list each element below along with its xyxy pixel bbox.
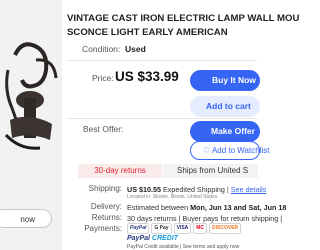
mastercard-logo: MC: [193, 223, 208, 234]
buy-it-now-button[interactable]: Buy It Now: [190, 70, 260, 91]
shipping-value: US $10.55 Expedited Shipping | See detai…: [127, 185, 266, 194]
payments-label: Payments:: [84, 224, 122, 233]
paypal-credit-pp: PayPal: [127, 235, 150, 242]
shipping-separator: |: [226, 185, 229, 194]
heart-icon: ♡: [203, 146, 212, 155]
item-location: Located in: Skokie, Illinois, United Sta…: [127, 194, 218, 200]
see-details-link[interactable]: See details: [231, 185, 267, 194]
ships-from-badge: Ships from United S: [163, 164, 258, 178]
returns-value: 30 days returns | Buyer pays for return …: [127, 214, 283, 223]
add-to-cart-button[interactable]: Add to cart: [190, 96, 260, 117]
shipping-method: Expedited Shipping: [162, 185, 225, 194]
google-pay-logo: G Pay: [151, 223, 172, 234]
visa-logo: VISA: [173, 223, 192, 234]
listing-panel: VINTAGE CAST IRON ELECTRIC LAMP WALL MOU…: [67, 0, 299, 250]
shipping-label: Shipping:: [88, 184, 122, 193]
divider: [67, 118, 257, 119]
listing-title: VINTAGE CAST IRON ELECTRIC LAMP WALL MOU…: [67, 12, 300, 40]
make-offer-button[interactable]: Make Offer: [190, 121, 260, 142]
best-offer-label: Best Offer:: [83, 124, 124, 134]
listing-title-line1: VINTAGE CAST IRON ELECTRIC LAMP WALL MOU: [67, 13, 300, 24]
product-photo[interactable]: now: [0, 0, 62, 250]
paypal-credit-cr: CREDIT: [151, 235, 178, 242]
delivery-label: Delivery:: [90, 202, 122, 211]
delivery-value: Estimated between Mon, Jun 13 and Sat, J…: [127, 203, 286, 212]
payment-logos: PayPal G Pay VISA MC DISCOVER: [127, 223, 242, 234]
price-value: US $33.99: [115, 69, 179, 84]
buy-now-button-partial[interactable]: now: [0, 209, 52, 228]
condition-value: Used: [125, 44, 146, 54]
returns-badge: 30-day returns: [78, 164, 162, 178]
shipping-cost: US $10.55: [127, 185, 161, 194]
delivery-prefix: Estimated between: [127, 203, 189, 212]
watchlist-label: Add to Watchlist: [211, 146, 270, 155]
discover-logo: DISCOVER: [209, 223, 242, 234]
condition-label: Condition:: [82, 44, 121, 54]
price-label: Price:: [92, 73, 114, 83]
listing-title-line2: SCONCE LIGHT EARLY AMERICAN: [67, 27, 228, 38]
add-to-watchlist-button[interactable]: ♡ Add to Watchlist: [190, 141, 269, 160]
paypal-credit-logo: PayPal CREDIT: [127, 235, 178, 242]
delivery-dates: Mon, Jun 13 and Sat, Jun 18: [190, 203, 287, 212]
returns-label: Returns:: [91, 213, 122, 222]
divider: [67, 60, 257, 61]
paypal-credit-note[interactable]: PayPal Credit available | See terms and …: [127, 244, 239, 250]
paypal-logo: PayPal: [127, 223, 150, 234]
